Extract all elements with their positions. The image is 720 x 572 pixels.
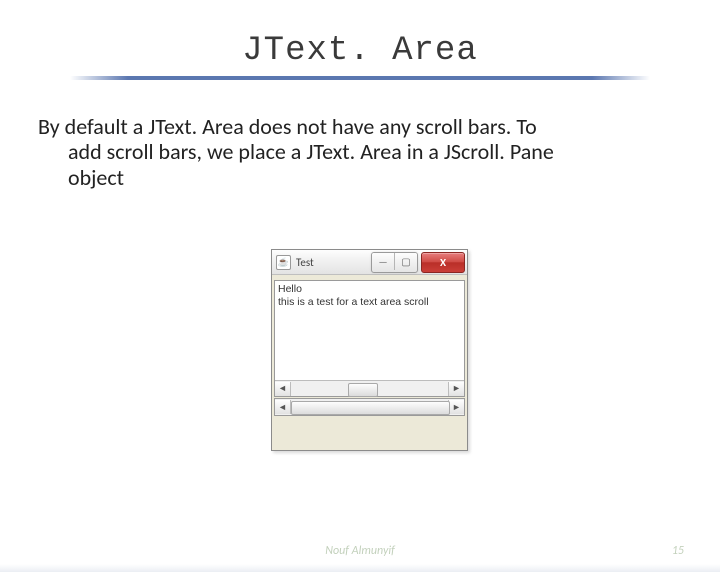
close-button[interactable]: X [421, 252, 465, 273]
text-area-scrollpane[interactable]: Hello this is a test for a text area scr… [274, 280, 465, 397]
text-line: this is a test for a text area scroll [278, 296, 461, 309]
body-paragraph: By default a JText. Area does not have a… [38, 114, 672, 190]
scrollbar-track[interactable] [291, 400, 448, 414]
scrollbar-thumb[interactable] [291, 401, 450, 415]
scroll-right-icon[interactable]: ► [448, 382, 464, 396]
scroll-left-icon[interactable]: ◄ [275, 400, 291, 414]
swing-window: Test — ▢ X Hello this is a test for a te… [271, 249, 468, 451]
scrollbar-thumb[interactable] [348, 383, 378, 397]
page-number: 15 [672, 544, 684, 558]
window-titlebar: Test — ▢ X [272, 250, 467, 275]
slide: JText. Area By default a JText. Area doe… [0, 32, 720, 572]
slide-title: JText. Area [0, 32, 720, 70]
java-icon [276, 255, 291, 270]
footer-author: Nouf Almunyif [0, 544, 720, 558]
window-controls: — ▢ X [371, 252, 465, 273]
body-line-2: add scroll bars, we place a JText. Area … [38, 139, 672, 164]
scrollbar-track[interactable] [291, 382, 448, 396]
body-line-3: object [38, 165, 672, 190]
text-line: Hello [278, 283, 461, 296]
scroll-right-icon[interactable]: ► [448, 400, 464, 414]
slide-footer-gradient [0, 564, 720, 572]
window-title: Test [296, 256, 314, 269]
text-area-content[interactable]: Hello this is a test for a text area scr… [275, 281, 464, 311]
horizontal-scrollbar-inner[interactable]: ◄ ► [275, 380, 464, 396]
horizontal-scrollbar-outer[interactable]: ◄ ► [274, 398, 465, 416]
scroll-left-icon[interactable]: ◄ [275, 382, 291, 396]
maximize-button[interactable]: ▢ [394, 253, 417, 270]
min-max-group: — ▢ [371, 252, 418, 273]
minimize-button[interactable]: — [372, 253, 394, 270]
title-underline [70, 76, 650, 80]
body-line-1: By default a JText. Area does not have a… [38, 113, 537, 140]
